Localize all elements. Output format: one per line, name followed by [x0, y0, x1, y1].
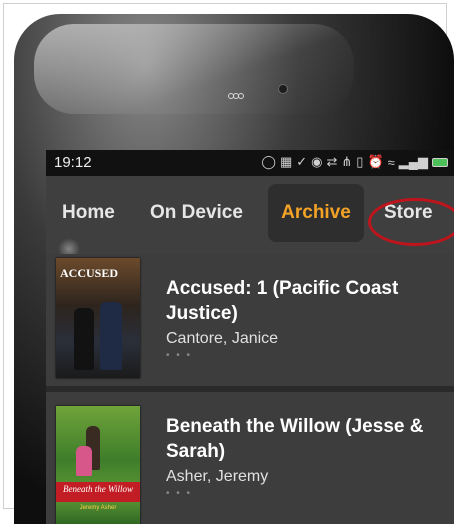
list-item[interactable]: ACCUSED Accused: 1 (Pacific Coast Justic…: [46, 254, 454, 386]
cover-title: Beneath the Willow: [63, 484, 133, 494]
wifi-icon: ≈: [387, 154, 395, 170]
chat-icon: ◯: [261, 154, 276, 169]
status-icons: ◯ ▦ ✓ ◉ ⇄ ⋔ ▯ ⏰ ≈ ▂▄▆: [261, 154, 448, 170]
book-author: Asher, Jeremy: [166, 468, 269, 485]
status-time: 19:12: [54, 154, 92, 171]
signal-icon: ▂▄▆: [398, 154, 428, 169]
more-options-icon[interactable]: • • •: [166, 350, 192, 361]
status-bar: 19:12 ◯ ▦ ✓ ◉ ⇄ ⋔ ▯ ⏰ ≈ ▂▄▆: [46, 150, 454, 176]
book-cover[interactable]: Beneath the Willow Jeremy Asher: [56, 406, 140, 524]
share-icon: ⋔: [341, 154, 353, 169]
tab-on-device[interactable]: On Device: [150, 202, 243, 224]
store-highlight-circle: [368, 198, 454, 246]
front-camera-icon: [278, 84, 288, 94]
list-item[interactable]: Beneath the Willow Jeremy Asher Beneath …: [46, 386, 454, 524]
book-cover[interactable]: ACCUSED: [56, 258, 140, 378]
cover-figure: [76, 446, 92, 476]
cover-figure: [100, 302, 122, 370]
usb-icon: ⇄: [326, 154, 338, 169]
book-title[interactable]: Accused: 1 (Pacific Coast Justice): [166, 276, 446, 326]
tab-home[interactable]: Home: [62, 202, 115, 224]
notification-count-icon: ◉: [311, 154, 323, 169]
glass-reflection: [34, 24, 354, 114]
book-title[interactable]: Beneath the Willow (Jesse & Sarah): [166, 414, 446, 464]
cover-author: Jeremy Asher: [79, 505, 117, 511]
battery-icon: [432, 157, 448, 167]
vibrate-icon: ▯: [356, 154, 364, 169]
book-author: Cantore, Janice: [166, 330, 279, 347]
phone-screen: 19:12 ◯ ▦ ✓ ◉ ⇄ ⋔ ▯ ⏰ ≈ ▂▄▆ Home On Devi…: [46, 150, 454, 524]
check-icon: ✓: [296, 154, 308, 169]
grid-icon: ▦: [279, 154, 293, 169]
more-options-icon[interactable]: • • •: [166, 488, 192, 499]
alarm-icon: ⏰: [367, 154, 384, 169]
book-list: ACCUSED Accused: 1 (Pacific Coast Justic…: [46, 254, 454, 524]
phone-device: 19:12 ◯ ▦ ✓ ◉ ⇄ ⋔ ▯ ⏰ ≈ ▂▄▆ Home On Devi…: [14, 14, 454, 524]
earpiece-speaker-icon: [228, 86, 250, 99]
cover-figure: [74, 308, 94, 370]
tab-archive[interactable]: Archive: [268, 184, 364, 242]
cover-title: ACCUSED: [60, 266, 119, 280]
